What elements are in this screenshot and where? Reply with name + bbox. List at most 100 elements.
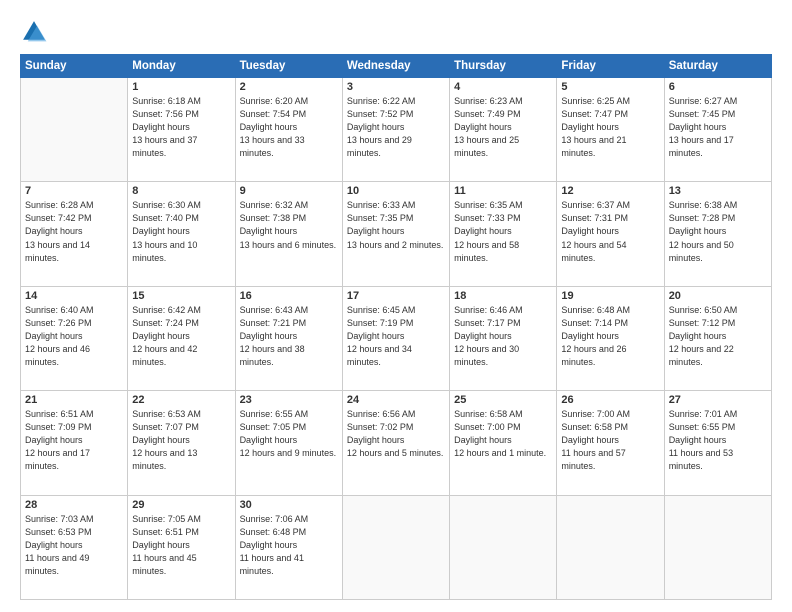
day-number: 7: [25, 185, 123, 197]
day-number: 5: [561, 81, 659, 93]
day-number: 1: [132, 81, 230, 93]
calendar-cell: 22 Sunrise: 6:53 AM Sunset: 7:07 PM Dayl…: [128, 391, 235, 495]
calendar-cell: 28 Sunrise: 7:03 AM Sunset: 6:53 PM Dayl…: [21, 495, 128, 599]
calendar-cell: [557, 495, 664, 599]
day-info: Sunrise: 6:58 AM Sunset: 7:00 PM Dayligh…: [454, 408, 552, 460]
calendar-cell: 9 Sunrise: 6:32 AM Sunset: 7:38 PM Dayli…: [235, 182, 342, 286]
calendar-week-5: 28 Sunrise: 7:03 AM Sunset: 6:53 PM Dayl…: [21, 495, 772, 599]
calendar-cell: 14 Sunrise: 6:40 AM Sunset: 7:26 PM Dayl…: [21, 286, 128, 390]
day-info: Sunrise: 6:32 AM Sunset: 7:38 PM Dayligh…: [240, 199, 338, 251]
day-info: Sunrise: 7:05 AM Sunset: 6:51 PM Dayligh…: [132, 513, 230, 578]
day-number: 26: [561, 394, 659, 406]
logo: [20, 18, 52, 46]
day-number: 6: [669, 81, 767, 93]
header: [20, 18, 772, 46]
calendar-header-monday: Monday: [128, 55, 235, 78]
day-number: 20: [669, 290, 767, 302]
calendar-cell: 10 Sunrise: 6:33 AM Sunset: 7:35 PM Dayl…: [342, 182, 449, 286]
day-number: 14: [25, 290, 123, 302]
page: SundayMondayTuesdayWednesdayThursdayFrid…: [0, 0, 792, 612]
calendar-header-thursday: Thursday: [450, 55, 557, 78]
day-number: 28: [25, 499, 123, 511]
calendar-cell: [450, 495, 557, 599]
day-info: Sunrise: 6:42 AM Sunset: 7:24 PM Dayligh…: [132, 304, 230, 369]
calendar-cell: 3 Sunrise: 6:22 AM Sunset: 7:52 PM Dayli…: [342, 78, 449, 182]
calendar-cell: 4 Sunrise: 6:23 AM Sunset: 7:49 PM Dayli…: [450, 78, 557, 182]
day-info: Sunrise: 6:38 AM Sunset: 7:28 PM Dayligh…: [669, 199, 767, 264]
calendar-cell: 29 Sunrise: 7:05 AM Sunset: 6:51 PM Dayl…: [128, 495, 235, 599]
day-info: Sunrise: 6:28 AM Sunset: 7:42 PM Dayligh…: [25, 199, 123, 264]
day-info: Sunrise: 7:01 AM Sunset: 6:55 PM Dayligh…: [669, 408, 767, 473]
day-number: 3: [347, 81, 445, 93]
day-info: Sunrise: 7:06 AM Sunset: 6:48 PM Dayligh…: [240, 513, 338, 578]
day-info: Sunrise: 6:48 AM Sunset: 7:14 PM Dayligh…: [561, 304, 659, 369]
calendar-cell: 1 Sunrise: 6:18 AM Sunset: 7:56 PM Dayli…: [128, 78, 235, 182]
calendar-cell: 21 Sunrise: 6:51 AM Sunset: 7:09 PM Dayl…: [21, 391, 128, 495]
day-info: Sunrise: 6:53 AM Sunset: 7:07 PM Dayligh…: [132, 408, 230, 473]
calendar-cell: 15 Sunrise: 6:42 AM Sunset: 7:24 PM Dayl…: [128, 286, 235, 390]
calendar-cell: 6 Sunrise: 6:27 AM Sunset: 7:45 PM Dayli…: [664, 78, 771, 182]
day-number: 11: [454, 185, 552, 197]
day-number: 23: [240, 394, 338, 406]
day-info: Sunrise: 6:43 AM Sunset: 7:21 PM Dayligh…: [240, 304, 338, 369]
calendar-cell: 5 Sunrise: 6:25 AM Sunset: 7:47 PM Dayli…: [557, 78, 664, 182]
day-info: Sunrise: 6:37 AM Sunset: 7:31 PM Dayligh…: [561, 199, 659, 264]
calendar-cell: 17 Sunrise: 6:45 AM Sunset: 7:19 PM Dayl…: [342, 286, 449, 390]
day-number: 9: [240, 185, 338, 197]
calendar-cell: 8 Sunrise: 6:30 AM Sunset: 7:40 PM Dayli…: [128, 182, 235, 286]
day-number: 18: [454, 290, 552, 302]
calendar-cell: 19 Sunrise: 6:48 AM Sunset: 7:14 PM Dayl…: [557, 286, 664, 390]
calendar-week-2: 7 Sunrise: 6:28 AM Sunset: 7:42 PM Dayli…: [21, 182, 772, 286]
calendar-cell: 12 Sunrise: 6:37 AM Sunset: 7:31 PM Dayl…: [557, 182, 664, 286]
day-number: 4: [454, 81, 552, 93]
day-info: Sunrise: 6:46 AM Sunset: 7:17 PM Dayligh…: [454, 304, 552, 369]
day-info: Sunrise: 7:03 AM Sunset: 6:53 PM Dayligh…: [25, 513, 123, 578]
calendar-cell: 16 Sunrise: 6:43 AM Sunset: 7:21 PM Dayl…: [235, 286, 342, 390]
day-number: 8: [132, 185, 230, 197]
calendar-header-sunday: Sunday: [21, 55, 128, 78]
calendar-cell: 27 Sunrise: 7:01 AM Sunset: 6:55 PM Dayl…: [664, 391, 771, 495]
calendar-cell: 2 Sunrise: 6:20 AM Sunset: 7:54 PM Dayli…: [235, 78, 342, 182]
day-info: Sunrise: 6:50 AM Sunset: 7:12 PM Dayligh…: [669, 304, 767, 369]
day-number: 25: [454, 394, 552, 406]
day-number: 24: [347, 394, 445, 406]
day-info: Sunrise: 6:18 AM Sunset: 7:56 PM Dayligh…: [132, 95, 230, 160]
day-number: 10: [347, 185, 445, 197]
calendar-week-3: 14 Sunrise: 6:40 AM Sunset: 7:26 PM Dayl…: [21, 286, 772, 390]
calendar-cell: 24 Sunrise: 6:56 AM Sunset: 7:02 PM Dayl…: [342, 391, 449, 495]
calendar-table: SundayMondayTuesdayWednesdayThursdayFrid…: [20, 54, 772, 600]
day-number: 27: [669, 394, 767, 406]
day-info: Sunrise: 6:22 AM Sunset: 7:52 PM Dayligh…: [347, 95, 445, 160]
calendar-cell: 20 Sunrise: 6:50 AM Sunset: 7:12 PM Dayl…: [664, 286, 771, 390]
day-info: Sunrise: 6:55 AM Sunset: 7:05 PM Dayligh…: [240, 408, 338, 460]
calendar-header-saturday: Saturday: [664, 55, 771, 78]
calendar-cell: 23 Sunrise: 6:55 AM Sunset: 7:05 PM Dayl…: [235, 391, 342, 495]
calendar-cell: 7 Sunrise: 6:28 AM Sunset: 7:42 PM Dayli…: [21, 182, 128, 286]
calendar-cell: 25 Sunrise: 6:58 AM Sunset: 7:00 PM Dayl…: [450, 391, 557, 495]
day-number: 21: [25, 394, 123, 406]
calendar-cell: 18 Sunrise: 6:46 AM Sunset: 7:17 PM Dayl…: [450, 286, 557, 390]
day-info: Sunrise: 6:20 AM Sunset: 7:54 PM Dayligh…: [240, 95, 338, 160]
calendar-cell: 13 Sunrise: 6:38 AM Sunset: 7:28 PM Dayl…: [664, 182, 771, 286]
calendar-cell: [342, 495, 449, 599]
day-info: Sunrise: 6:56 AM Sunset: 7:02 PM Dayligh…: [347, 408, 445, 460]
day-number: 12: [561, 185, 659, 197]
calendar-cell: 30 Sunrise: 7:06 AM Sunset: 6:48 PM Dayl…: [235, 495, 342, 599]
day-number: 17: [347, 290, 445, 302]
day-number: 16: [240, 290, 338, 302]
calendar-week-1: 1 Sunrise: 6:18 AM Sunset: 7:56 PM Dayli…: [21, 78, 772, 182]
day-number: 19: [561, 290, 659, 302]
calendar-header-row: SundayMondayTuesdayWednesdayThursdayFrid…: [21, 55, 772, 78]
day-number: 13: [669, 185, 767, 197]
day-info: Sunrise: 6:40 AM Sunset: 7:26 PM Dayligh…: [25, 304, 123, 369]
day-info: Sunrise: 6:45 AM Sunset: 7:19 PM Dayligh…: [347, 304, 445, 369]
day-number: 15: [132, 290, 230, 302]
day-info: Sunrise: 6:51 AM Sunset: 7:09 PM Dayligh…: [25, 408, 123, 473]
calendar-cell: [21, 78, 128, 182]
day-info: Sunrise: 7:00 AM Sunset: 6:58 PM Dayligh…: [561, 408, 659, 473]
day-info: Sunrise: 6:27 AM Sunset: 7:45 PM Dayligh…: [669, 95, 767, 160]
day-number: 29: [132, 499, 230, 511]
day-number: 2: [240, 81, 338, 93]
calendar-header-wednesday: Wednesday: [342, 55, 449, 78]
day-number: 30: [240, 499, 338, 511]
